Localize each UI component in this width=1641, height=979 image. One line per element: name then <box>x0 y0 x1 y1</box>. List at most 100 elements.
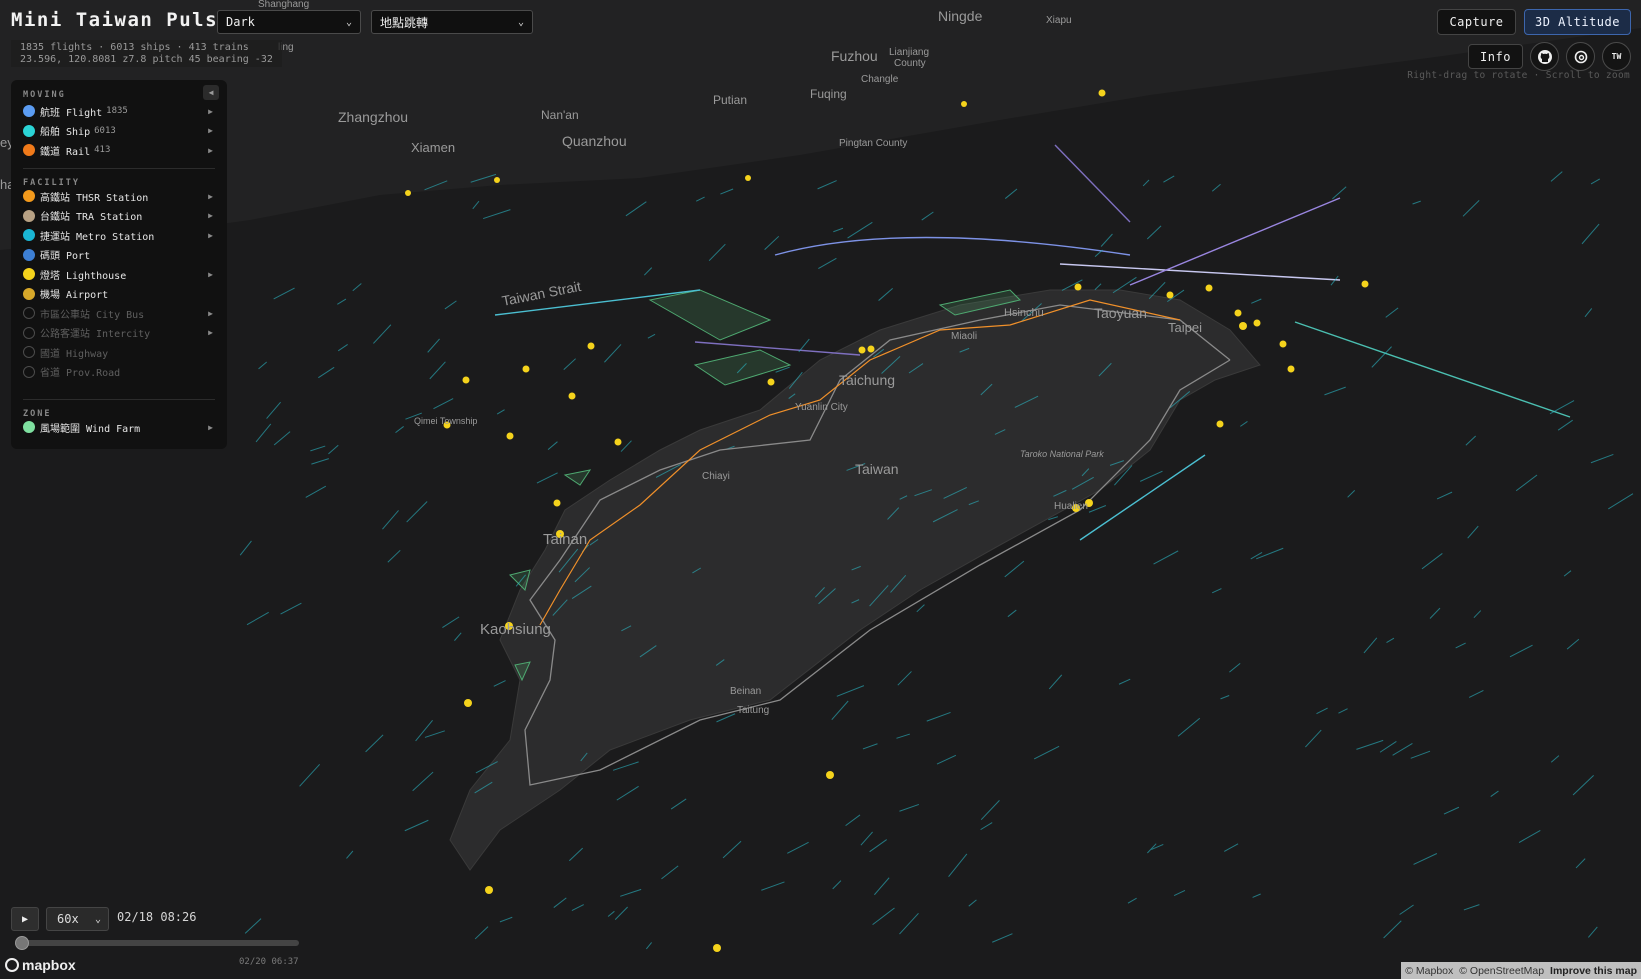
ship-trail <box>1163 175 1175 183</box>
moving-layer-row[interactable]: 鐵道 Rail 413 ▶ <box>23 141 213 159</box>
chevron-down-icon: ⌄ <box>94 913 101 925</box>
facility-layer-row[interactable]: 燈塔 Lighthouse ▶ <box>23 265 213 283</box>
ship-trail <box>1229 663 1241 673</box>
ship-trail <box>720 188 734 195</box>
stats-camera: 23.596, 120.8081 z7.8 pitch 45 bearing -… <box>20 53 273 65</box>
layer-toggle-dot[interactable] <box>23 124 35 137</box>
expand-arrow-icon[interactable]: ▶ <box>208 423 213 432</box>
facility-layer-row[interactable]: 高鐵站 THSR Station ▶ <box>23 187 213 205</box>
ship-trail <box>328 444 339 455</box>
layer-toggle-dot[interactable] <box>23 144 35 156</box>
layer-toggle-dot[interactable] <box>23 268 35 280</box>
attrib-mapbox[interactable]: © Mapbox <box>1405 965 1453 977</box>
timeline-slider-thumb[interactable] <box>15 936 29 950</box>
label-fuzhou: Fuzhou <box>831 48 878 64</box>
ship-trail <box>427 338 440 353</box>
location-select-value: 地點跳轉 <box>380 15 429 30</box>
play-button[interactable]: ▶ <box>11 907 39 931</box>
facility-layer-row[interactable]: 省道 Prov.Road <box>23 363 213 381</box>
attrib-osm[interactable]: © OpenStreetMap <box>1459 965 1544 977</box>
label-hualien: Hualien <box>1054 501 1088 512</box>
speed-select[interactable]: 60x ⌄ <box>46 907 109 931</box>
ship-trail <box>1463 904 1480 911</box>
ship-trail <box>1118 678 1131 685</box>
expand-arrow-icon[interactable]: ▶ <box>208 270 213 279</box>
threads-button[interactable] <box>1566 42 1595 71</box>
layer-toggle-dot[interactable] <box>23 326 35 339</box>
current-time: 02/18 08:26 <box>117 910 197 924</box>
ship-trail <box>1465 435 1477 446</box>
layer-toggle-dot[interactable] <box>23 209 35 222</box>
expand-arrow-icon[interactable]: ▶ <box>208 231 213 240</box>
layer-toggle-dot[interactable] <box>23 287 35 300</box>
facility-layer-row[interactable]: 碼頭 Port <box>23 246 213 264</box>
ship-trail <box>1211 183 1221 192</box>
zone-layer-row[interactable]: 風場範圍 Wind Farm ▶ <box>23 418 213 436</box>
label-tainan: Tainan <box>543 531 587 548</box>
expand-arrow-icon[interactable]: ▶ <box>208 211 213 220</box>
moving-layer-row[interactable]: 船舶 Ship 6013 ▶ <box>23 122 213 140</box>
facility-layer-row[interactable]: 台鐵站 TRA Station ▶ <box>23 207 213 225</box>
layer-toggle-dot[interactable] <box>23 229 35 241</box>
layer-toggle-dot[interactable] <box>23 190 35 202</box>
ship-trail <box>1240 421 1248 427</box>
ship-trail <box>395 426 404 434</box>
ship-trail <box>1608 493 1634 510</box>
ship-trail <box>571 904 584 911</box>
ship-trail <box>764 235 780 251</box>
github-button[interactable] <box>1530 42 1559 71</box>
ship-trail <box>845 814 861 826</box>
layer-toggle-dot[interactable] <box>23 248 35 261</box>
facility-layer-row[interactable]: 國道 Highway <box>23 343 213 361</box>
info-button[interactable]: Info <box>1468 44 1523 69</box>
ship-trail <box>1590 178 1601 185</box>
facility-layer-row[interactable]: 市區公車站 City Bus ▶ <box>23 304 213 322</box>
layer-toggle-dot[interactable] <box>23 365 35 378</box>
ship-trail <box>280 602 302 615</box>
ship-trail <box>620 440 632 452</box>
ship-trail <box>1386 637 1395 644</box>
theme-select[interactable]: Dark ⌄ <box>217 10 361 34</box>
layer-label: 高鐵站 THSR Station <box>40 192 149 204</box>
language-button[interactable]: TW <box>1602 42 1631 71</box>
expand-arrow-icon[interactable]: ▶ <box>208 328 213 337</box>
ship-trail <box>878 287 893 301</box>
layer-label: 航班 Flight <box>40 107 103 119</box>
layer-toggle-dot[interactable] <box>23 346 35 358</box>
label-miaoli: Miaoli <box>951 331 977 342</box>
layer-toggle-dot[interactable] <box>23 105 35 117</box>
ship-trail <box>921 211 934 221</box>
label-putian: Putian <box>713 93 747 107</box>
map-canvas[interactable]: Shanghang Ningde Xiapu Fuzhou Lianjiang … <box>0 0 1641 979</box>
expand-arrow-icon[interactable]: ▶ <box>208 309 213 318</box>
expand-arrow-icon[interactable]: ▶ <box>208 192 213 201</box>
improve-map-link[interactable]: Improve this map <box>1550 965 1637 977</box>
facility-layer-row[interactable]: 機場 Airport <box>23 285 213 303</box>
expand-arrow-icon[interactable]: ▶ <box>208 107 213 116</box>
facility-layer-row[interactable]: 捷運站 Metro Station ▶ <box>23 226 213 244</box>
ship-trail <box>896 733 910 739</box>
mapbox-logo[interactable]: mapbox <box>5 957 76 973</box>
collapse-panel-icon[interactable]: ◀ <box>203 85 219 100</box>
expand-arrow-icon[interactable]: ▶ <box>208 146 213 155</box>
label-shanghang: Shanghang <box>258 0 309 10</box>
ship-trail <box>862 743 878 750</box>
layer-label: 公路客運站 Intercity <box>40 329 151 340</box>
ship-trail <box>1211 588 1222 594</box>
capture-button[interactable]: Capture <box>1437 9 1516 35</box>
3d-altitude-button[interactable]: 3D Altitude <box>1524 9 1631 35</box>
stats-counts: 1835 flights · 6013 ships · 413 trains <box>20 42 249 53</box>
timeline-slider[interactable] <box>18 940 299 946</box>
ship-trail <box>310 445 326 452</box>
ship-trail <box>547 441 558 451</box>
ship-trail <box>1443 806 1460 815</box>
layer-toggle-dot[interactable] <box>23 307 35 319</box>
moving-layer-row[interactable]: 航班 Flight 1835 ▶ <box>23 102 213 120</box>
layer-toggle-dot[interactable] <box>23 421 35 433</box>
ship-trail <box>647 333 656 339</box>
ship-trail <box>1385 307 1399 318</box>
location-jump-select[interactable]: 地點跳轉 ⌄ <box>371 10 533 34</box>
layer-label: 捷運站 Metro Station <box>40 231 155 243</box>
expand-arrow-icon[interactable]: ▶ <box>208 126 213 135</box>
facility-layer-row[interactable]: 公路客運站 Intercity ▶ <box>23 324 213 342</box>
